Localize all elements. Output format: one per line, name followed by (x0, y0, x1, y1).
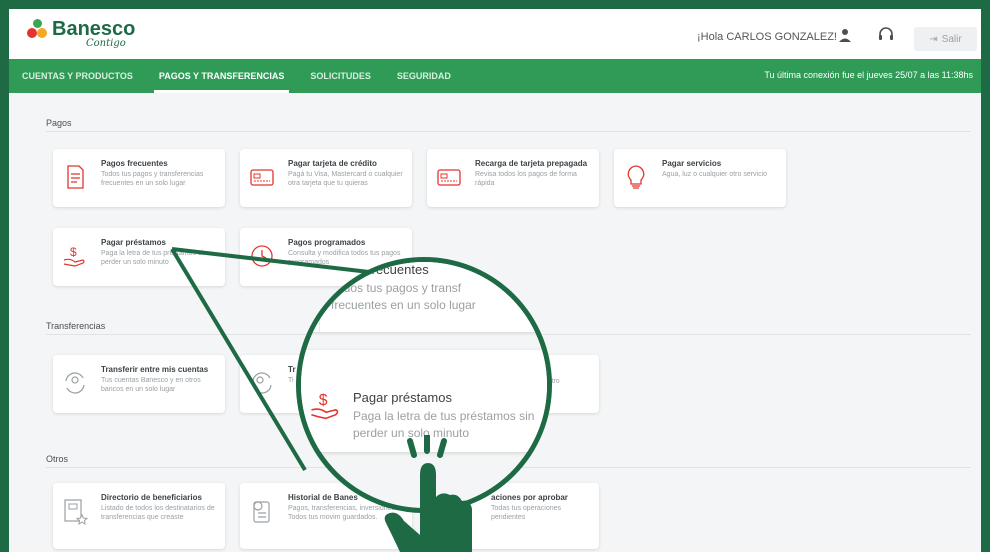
transfer-user-icon (65, 372, 85, 394)
logout-button[interactable]: ⇥ Salir (914, 27, 977, 51)
hand-money-icon: $ (63, 245, 85, 267)
card-title: Pagar préstamos (101, 238, 166, 247)
section-title-pagos: Pagos (46, 118, 72, 128)
card-desc: Todas tus operaciones pendientes (491, 505, 562, 521)
main-nav: CUENTAS Y PRODUCTOS PAGOS Y TRANSFERENCI… (9, 59, 981, 93)
prepaid-card-icon (437, 169, 461, 186)
card-title: Tr (288, 365, 296, 374)
logout-icon: ⇥ (929, 33, 938, 45)
credit-card-icon (250, 169, 274, 186)
zoom-card-title: Pagar préstamos (353, 390, 452, 405)
zoom-card-title: frecuentes (368, 262, 429, 277)
directory-star-icon (64, 499, 89, 525)
svg-text:$: $ (319, 392, 328, 409)
tab-seguridad[interactable]: SEGURIDAD (384, 59, 464, 93)
card-desc: Revisa todos los pagos de forma rápida (475, 171, 577, 187)
section-divider (46, 131, 971, 132)
logout-label: Salir (941, 33, 962, 45)
transfer-users-icon (252, 372, 272, 394)
card-desc: Tus cuentas Banesco y en otros bancos en… (101, 377, 201, 393)
logo-mark-icon (27, 19, 49, 41)
history-clock-icon (253, 501, 270, 523)
card-title: Pagar tarjeta de crédito (288, 159, 377, 168)
card-transferir-mis-cuentas[interactable]: Transferir entre mis cuentas Tus cuentas… (53, 355, 225, 413)
card-pagar-tarjeta[interactable]: Pagar tarjeta de crédito Pagá tu Visa, M… (240, 149, 412, 207)
section-title-otros: Otros (46, 454, 69, 464)
tab-pagos-transferencias[interactable]: PAGOS Y TRANSFERENCIAS (146, 59, 298, 93)
support-headset-icon[interactable] (877, 26, 895, 44)
card-title: Recarga de tarjeta prepagada (475, 159, 588, 168)
card-desc: Ti (288, 377, 294, 384)
tab-solicitudes[interactable]: SOLICITUDES (297, 59, 384, 93)
section-title-transferencias: Transferencias (46, 321, 106, 331)
card-title: Pagar servicios (662, 159, 722, 168)
card-desc: Todos tus pagos y transferencias frecuen… (101, 171, 204, 187)
clock-icon (251, 245, 273, 267)
card-title: Pagos frecuentes (101, 159, 168, 168)
logo-tagline: Contigo (86, 38, 126, 49)
user-profile-icon[interactable] (837, 27, 853, 43)
last-connection-text: Tu última conexión fue el jueves 25/07 a… (764, 70, 973, 80)
card-desc: Pagá tu Visa, Mastercard o cualquier otr… (288, 171, 403, 187)
top-header: Banesco Contigo ¡Hola CARLOS GONZALEZ! ⇥… (9, 9, 981, 59)
zoom-card-desc-1: Todos tus pagos y transf (331, 281, 462, 295)
card-title: aciones por aprobar (491, 493, 568, 502)
zoom-card-pagos-frecuentes: frecuentes Todos tus pagos y transf frec… (301, 262, 547, 332)
document-list-icon (67, 165, 84, 189)
banesco-logo[interactable]: Banesco Contigo (27, 19, 135, 49)
card-desc: Agua, luz o cualquier otro servicio (662, 171, 768, 178)
card-title: Pagos programados (288, 238, 366, 247)
card-title: Transferir entre mis cuentas (101, 365, 209, 374)
lightbulb-icon (627, 165, 645, 189)
card-recarga-tarjeta[interactable]: Recarga de tarjeta prepagada Revisa todo… (427, 149, 599, 207)
logo-name: Banesco (52, 18, 136, 40)
zoom-card-desc-2: frecuentes en un solo lugar (331, 298, 476, 312)
card-title: Directorio de beneficiarios (101, 493, 202, 502)
card-pagos-frecuentes[interactable]: Pagos frecuentes Todos tus pagos y trans… (53, 149, 225, 207)
card-desc: Listado de todos los destinatarios de tr… (101, 505, 215, 521)
card-pagar-prestamos[interactable]: $ Pagar préstamos Paga la letra de tus p… (53, 228, 225, 286)
card-pagar-servicios[interactable]: Pagar servicios Agua, luz o cualquier ot… (614, 149, 786, 207)
svg-text:$: $ (70, 245, 77, 259)
tab-cuentas-productos[interactable]: CUENTAS Y PRODUCTOS (9, 59, 146, 93)
card-directorio[interactable]: Directorio de beneficiarios Listado de t… (53, 483, 225, 549)
zoom-hand-money-icon: $ (311, 392, 339, 420)
pointer-hand-icon (384, 435, 472, 552)
card-desc: Paga la letra de tus préstamos sin perde… (101, 250, 207, 266)
zoom-card-desc-1: Paga la letra de tus préstamos sin (353, 409, 535, 423)
user-greeting: ¡Hola CARLOS GONZALEZ! (697, 31, 837, 43)
